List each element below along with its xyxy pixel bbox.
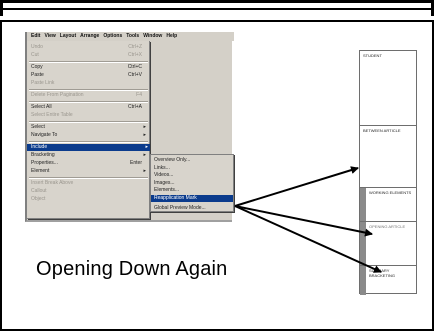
arrow-to-between (234, 166, 359, 207)
arrows-layer (234, 166, 382, 273)
arrow-to-opening (234, 205, 373, 237)
arrow-to-summary (234, 205, 382, 273)
